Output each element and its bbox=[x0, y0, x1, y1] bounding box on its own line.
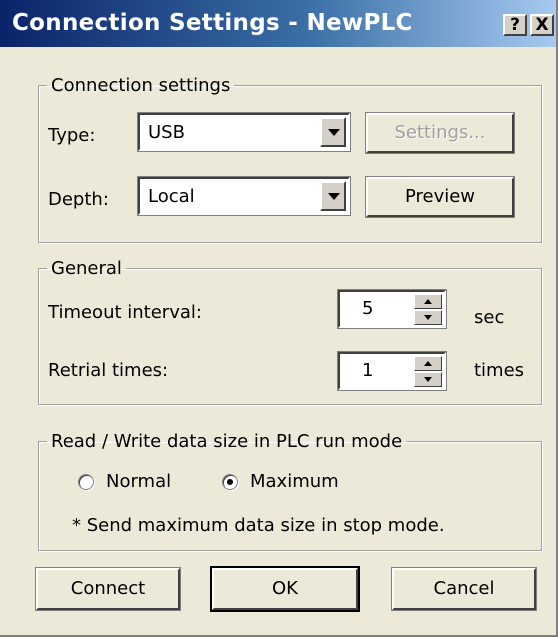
retrial-label: Retrial times: bbox=[48, 360, 169, 381]
timeout-spinner[interactable]: 5 bbox=[337, 289, 447, 329]
depth-dropdown[interactable]: Local bbox=[137, 176, 351, 216]
chevron-down-icon[interactable] bbox=[320, 117, 346, 147]
close-button[interactable]: X bbox=[530, 14, 554, 36]
spin-down-icon[interactable] bbox=[414, 310, 442, 325]
spin-up-icon[interactable] bbox=[414, 356, 442, 371]
maximum-radio[interactable] bbox=[222, 474, 238, 490]
general-legend: General bbox=[51, 258, 122, 279]
depth-dropdown-value: Local bbox=[148, 186, 195, 207]
timeout-unit: sec bbox=[474, 307, 505, 328]
retrial-unit: times bbox=[474, 360, 525, 381]
type-label: Type: bbox=[48, 125, 96, 146]
general-group: General bbox=[38, 258, 542, 405]
stop-mode-note: * Send maximum data size in stop mode. bbox=[72, 515, 445, 536]
timeout-label: Timeout interval: bbox=[48, 302, 202, 323]
retrial-spinner[interactable]: 1 bbox=[337, 351, 447, 391]
window-title: Connection Settings - NewPLC bbox=[12, 10, 413, 36]
type-dropdown[interactable]: USB bbox=[137, 112, 351, 152]
chevron-down-icon[interactable] bbox=[320, 181, 346, 211]
normal-radio[interactable] bbox=[78, 474, 94, 490]
preview-button[interactable]: Preview bbox=[365, 176, 515, 218]
read-write-size-legend: Read / Write data size in PLC run mode bbox=[51, 431, 403, 452]
normal-radio-label[interactable]: Normal bbox=[106, 471, 171, 492]
settings-button[interactable]: Settings... bbox=[365, 112, 515, 154]
ok-button[interactable]: OK bbox=[210, 566, 360, 612]
cancel-button[interactable]: Cancel bbox=[391, 567, 537, 611]
spin-down-icon[interactable] bbox=[414, 372, 442, 387]
connection-settings-legend: Connection settings bbox=[51, 75, 231, 96]
depth-label: Depth: bbox=[48, 189, 109, 210]
connection-settings-dialog: Connection Settings - NewPLC ? X Connect… bbox=[0, 0, 558, 637]
connection-settings-group: Connection settings bbox=[38, 75, 542, 243]
title-bar: Connection Settings - NewPLC ? X bbox=[0, 0, 556, 47]
maximum-radio-label[interactable]: Maximum bbox=[250, 471, 339, 492]
timeout-value: 5 bbox=[362, 298, 374, 319]
retrial-value: 1 bbox=[362, 360, 374, 381]
type-dropdown-value: USB bbox=[148, 122, 185, 143]
connect-button[interactable]: Connect bbox=[35, 567, 181, 611]
spin-up-icon[interactable] bbox=[414, 294, 442, 309]
help-button[interactable]: ? bbox=[503, 14, 527, 36]
